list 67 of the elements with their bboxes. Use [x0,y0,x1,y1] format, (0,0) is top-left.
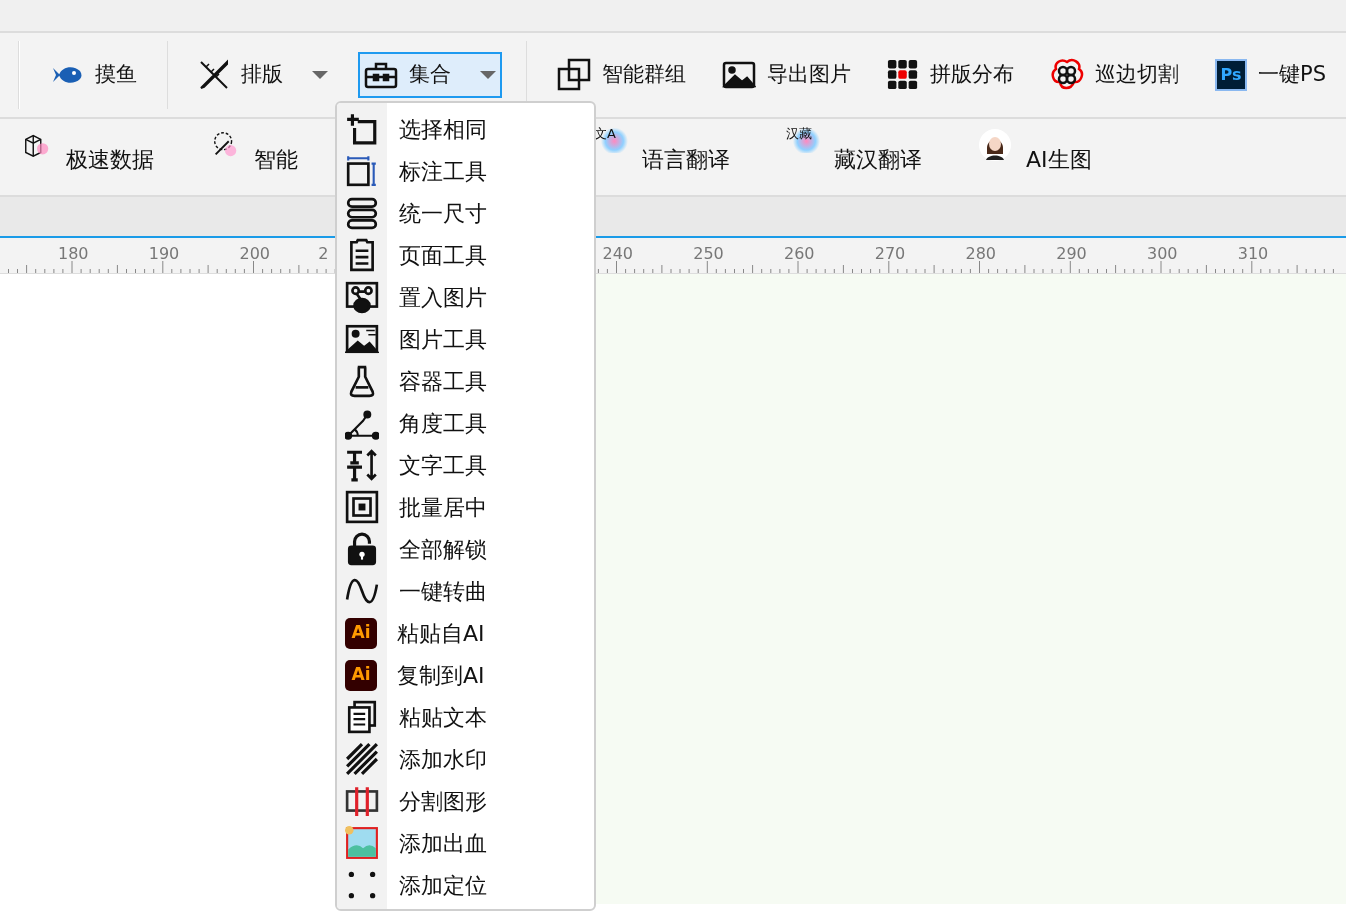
ruler-label: 260 [784,243,815,265]
ruler-label: 200 [239,243,271,265]
menu-item[interactable]: 分割图形 [337,780,594,822]
ruler-label: 240 [602,243,634,265]
menu-item[interactable]: 容器工具 [337,360,594,402]
image-nodes-icon [345,280,379,314]
toolbar-button[interactable]: 摸鱼 [44,52,143,98]
ruler-label: 310 [1237,243,1269,265]
menu-item[interactable]: 全部解锁 [337,528,594,570]
menu-item[interactable]: 添加出血 [337,822,594,864]
menu-item[interactable]: 统一尺寸 [337,192,594,234]
toolbar-button[interactable]: 巡边切割 [1044,52,1185,98]
menu-item[interactable]: 图片工具 [337,318,594,360]
overlapping-squares-icon [557,58,591,92]
menu-item[interactable]: 批量居中 [337,486,594,528]
stacked-bars-icon [345,196,379,230]
toolbar-button[interactable]: 极速数据 [22,119,154,176]
avatar-icon [978,128,1012,162]
toolbar-button[interactable]: 智能 [210,119,298,176]
menu-item[interactable]: 选择相同 [337,108,594,150]
menu-item[interactable]: 粘贴文本 [337,696,594,738]
image-icon [722,60,756,90]
ps-icon: Ps [1215,59,1247,91]
menu-item[interactable]: Ai 粘贴自AI [337,612,594,654]
toolbar-button[interactable]: 拼版分布 [881,52,1020,98]
flower-outline-icon [1050,58,1084,92]
toolbox-icon [364,60,398,90]
ruler-label: 280 [965,243,997,265]
ruler-label: 290 [1056,243,1087,265]
documents-icon [345,700,379,734]
ruler-label: 190 [148,243,180,265]
dimension-icon [345,154,379,188]
ruler-label: 180 [58,243,89,265]
ruler-label: 300 [1147,243,1178,265]
toolbar-button[interactable]: 集合 [358,52,502,98]
caret-icon [480,71,496,79]
menu-item[interactable]: 添加定位 [337,864,594,906]
unlock-icon [345,532,379,566]
menu-item[interactable]: 角度工具 [337,402,594,444]
toolbar-button[interactable]: 排版 [192,52,334,98]
ruler-label: 250 [693,243,724,265]
grid-dots-icon [887,59,919,91]
ai-icon: Ai [345,617,377,649]
menu-item[interactable]: 添加水印 [337,738,594,780]
menu-item[interactable]: 标注工具 [337,150,594,192]
menu-item[interactable]: 文字工具 [337,444,594,486]
landscape-icon [345,826,379,860]
ruler-label: 2 [318,243,329,265]
toolbar-button[interactable]: AI生图 [978,119,1092,176]
text-size-icon [345,448,379,482]
ruler-pencil-icon [198,59,230,91]
menu-item[interactable]: 页面工具 [337,234,594,276]
ruler-label: 270 [874,243,906,265]
caret-icon [312,71,328,79]
menu-item[interactable]: Ai 复制到AI [337,654,594,696]
split-shape-icon [345,784,379,818]
diagonal-lines-icon [345,742,379,776]
ai-icon: Ai [345,659,377,691]
menu-item[interactable]: 一键转曲 [337,570,594,612]
center-square-icon [345,490,379,524]
crop-plus-icon [345,112,379,146]
menu-item[interactable]: 置入图片 [337,276,594,318]
toolbar-button[interactable]: 导出图片 [716,52,857,98]
toolbar-button[interactable]: Ps 一键PS [1209,52,1332,98]
toolbar-button[interactable]: 智能群组 [551,52,692,98]
toolbar-button[interactable]: 汉藏 藏汉翻译 [786,119,922,176]
image-swap-icon [345,322,379,356]
